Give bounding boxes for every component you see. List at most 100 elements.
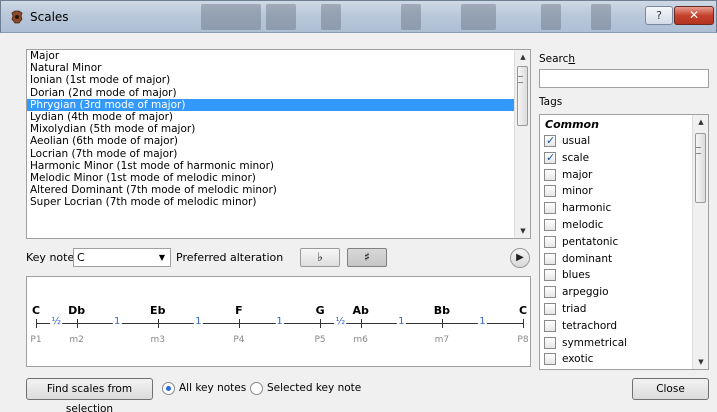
find-scales-button[interactable]: Find scales from selection [26, 378, 153, 412]
tag-label: arpeggio [562, 286, 609, 299]
tag-item[interactable]: triad [544, 303, 586, 318]
tag-checkbox[interactable] [544, 286, 556, 299]
help-button[interactable]: ? [645, 6, 673, 25]
interval-degree: m3 [150, 335, 166, 345]
tag-item[interactable]: arpeggio [544, 286, 609, 301]
scale-items: Major Natural Minor Ionian (1st mode of ma… [27, 50, 530, 208]
note-name: Db [68, 304, 86, 317]
key-note-value: C [77, 251, 85, 264]
tag-item[interactable]: dominant [544, 252, 613, 268]
tag-label: major [562, 168, 593, 181]
tag-label: melodic [562, 219, 604, 231]
tag-checkbox[interactable] [544, 353, 556, 366]
selected-key-note-radio[interactable] [250, 382, 263, 395]
scale-list-item[interactable]: Mixolydian (5th mode of major) [27, 123, 530, 135]
scrollbar-grip-icon [518, 76, 523, 83]
degree-tick [157, 319, 159, 328]
degree-tick [320, 319, 322, 328]
tag-item[interactable]: usual [544, 134, 590, 150]
title-bar-background [201, 4, 261, 30]
scroll-down-arrow-icon[interactable]: ▼ [515, 224, 530, 238]
tag-item[interactable]: minor [544, 185, 593, 200]
tag-checkbox[interactable] [544, 219, 556, 231]
interval-degree: P8 [517, 335, 529, 345]
step-size-label: ½ [334, 316, 347, 327]
tag-item[interactable]: blues [544, 269, 590, 284]
tag-item[interactable]: major [544, 168, 593, 184]
step-size-label: 1 [397, 316, 406, 327]
preferred-alteration-label: Preferred alteration [176, 251, 284, 264]
guitar-app-icon [11, 10, 23, 24]
scale-list-item[interactable]: Natural Minor [27, 62, 530, 74]
scale-list-item[interactable]: Harmonic Minor (1st mode of harmonic min… [27, 160, 530, 172]
note-name: C [31, 304, 41, 317]
tag-checkbox[interactable] [544, 336, 556, 349]
key-note-select[interactable]: C ▼ [73, 248, 171, 267]
scale-list-item[interactable]: Aeolian (6th mode of major) [27, 135, 530, 147]
interval-degree: P1 [30, 335, 42, 345]
tag-label: triad [562, 303, 587, 315]
tag-checkbox[interactable] [544, 185, 556, 198]
step-size-label: ½ [50, 316, 63, 327]
scrollbar-grip-icon [696, 147, 701, 154]
scale-list-item[interactable]: Super Locrian (7th mode of melodic minor… [27, 196, 530, 208]
tag-label: exotic [562, 353, 594, 366]
scrollbar-thumb[interactable] [517, 66, 528, 126]
play-button[interactable]: ▶ [510, 248, 530, 268]
scale-list-item[interactable]: Melodic Minor (1st mode of melodic minor… [27, 172, 530, 184]
scale-list-item[interactable]: Ionian (1st mode of major) [27, 74, 530, 86]
close-button[interactable]: Close [632, 378, 709, 400]
tag-item[interactable]: tetrachord [544, 319, 618, 335]
degree-tick [523, 319, 524, 328]
scroll-up-arrow-icon[interactable]: ▲ [693, 115, 708, 129]
note-name: G [315, 304, 325, 317]
scale-list-item[interactable]: Phrygian (3rd mode of major) [27, 98, 530, 111]
tag-checkbox[interactable] [544, 151, 556, 164]
tag-item[interactable]: melodic [544, 219, 603, 234]
tags-scrollbar[interactable]: ▲ ▼ [692, 115, 708, 369]
scroll-down-arrow-icon[interactable]: ▼ [693, 355, 708, 369]
scale-list-item[interactable]: Major [27, 50, 530, 62]
scrollbar-thumb[interactable] [695, 133, 706, 203]
step-size-label: 1 [194, 316, 203, 327]
scale-list-item[interactable]: Lydian (4th mode of major) [27, 111, 530, 123]
tag-item[interactable]: scale [544, 151, 589, 167]
tag-item[interactable]: symmetrical [544, 336, 628, 352]
tags-list[interactable]: Common ▲ ▼ usual scale major minor harmonic m… [539, 114, 709, 370]
tag-label: tetrachord [562, 319, 618, 332]
tag-label: blues [562, 269, 591, 282]
tag-checkbox[interactable] [544, 303, 556, 315]
sharp-button[interactable]: ♯ [347, 248, 387, 267]
scale-list-item[interactable]: Dorian (2nd mode of major) [27, 87, 530, 99]
scroll-up-arrow-icon[interactable]: ▲ [515, 50, 530, 64]
all-key-notes-radio[interactable] [162, 382, 175, 395]
scale-list-item[interactable]: Altered Dominant (7th mode of melodic mi… [27, 184, 530, 196]
scale-list-scrollbar[interactable]: ▲ ▼ [514, 50, 530, 238]
step-size-label: 1 [478, 316, 487, 327]
title-bar-background [591, 4, 611, 30]
tag-checkbox[interactable] [544, 252, 556, 265]
search-label-accelerator: h [568, 53, 576, 65]
tag-checkbox[interactable] [544, 269, 556, 282]
tag-checkbox[interactable] [544, 319, 556, 332]
window-close-button[interactable]: ✕ [674, 6, 714, 25]
interval-degree: m6 [353, 335, 368, 345]
tag-item[interactable]: exotic [544, 353, 593, 368]
tag-item[interactable]: pentatonic [544, 235, 618, 251]
tag-checkbox[interactable] [544, 235, 556, 248]
scale-list[interactable]: Major Natural Minor Ionian (1st mode of ma… [26, 49, 531, 239]
tag-label: symmetrical [562, 336, 628, 349]
flat-button[interactable]: ♭ [300, 248, 340, 267]
search-label-text: Searc [539, 53, 569, 65]
note-name: Bb [433, 304, 450, 317]
tag-checkbox[interactable] [544, 168, 556, 181]
tag-label: dominant [562, 252, 613, 265]
scale-list-item[interactable]: Locrian (7th mode of major) [27, 148, 530, 160]
tag-item[interactable]: harmonic [544, 202, 611, 217]
tag-checkbox[interactable] [544, 202, 556, 215]
note-name: Ab [352, 304, 369, 317]
tag-checkbox[interactable] [544, 134, 556, 147]
step-size-label: 1 [275, 316, 284, 327]
degree-tick [76, 319, 78, 328]
search-input[interactable] [539, 69, 709, 88]
